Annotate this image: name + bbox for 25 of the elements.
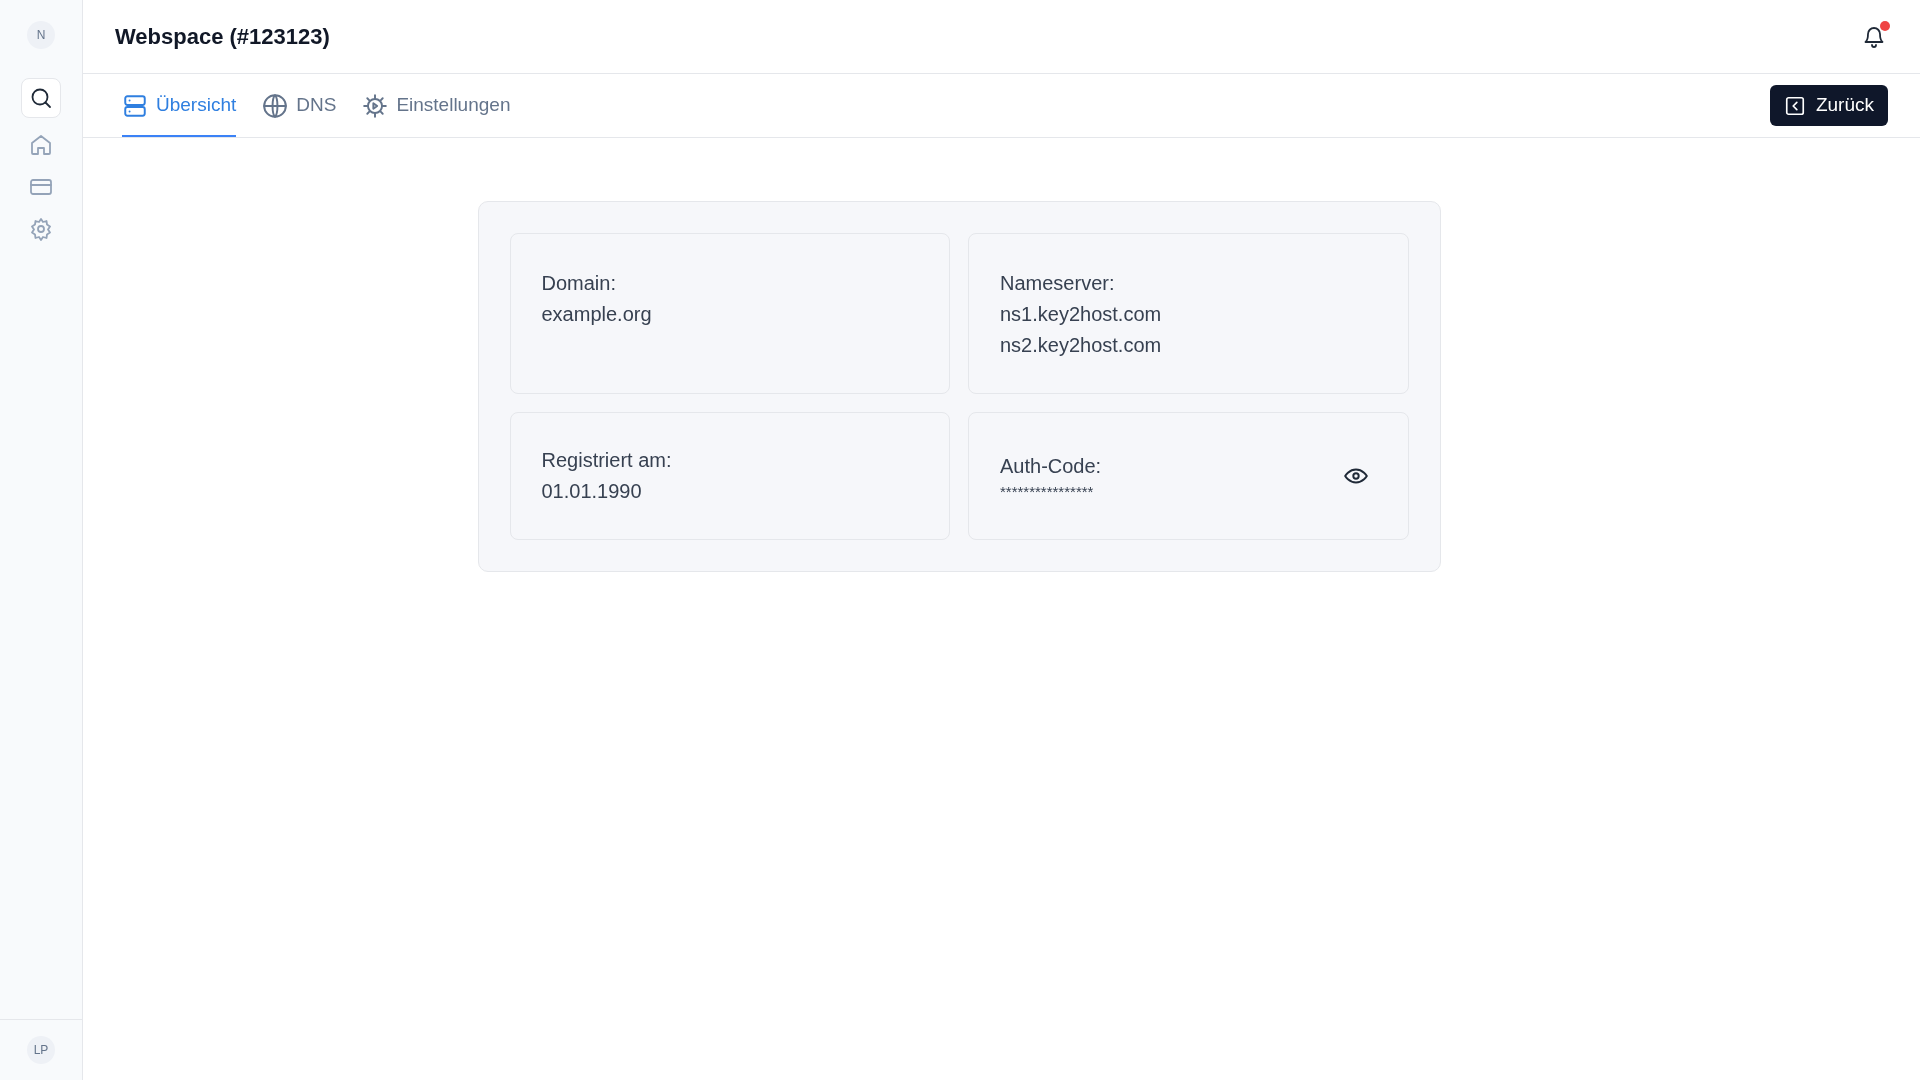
home-icon bbox=[29, 133, 53, 157]
tab[interactable]: Übersicht bbox=[122, 74, 237, 137]
field-label: Registriert am: bbox=[541, 448, 672, 473]
field-value: ns2.key2host.com bbox=[1000, 333, 1162, 358]
back-button[interactable]: Zurück bbox=[1769, 85, 1888, 126]
field-value: ns1.key2host.com bbox=[1000, 302, 1162, 327]
settings-icon bbox=[29, 217, 53, 241]
field-value: example.org bbox=[541, 302, 652, 327]
field-value: 01.01.1990 bbox=[541, 479, 643, 504]
globe-icon bbox=[262, 92, 289, 119]
field-label: Auth-Code: bbox=[1000, 453, 1102, 479]
bell-icon bbox=[1862, 24, 1886, 49]
page-title: Webspace (#123123) bbox=[115, 23, 330, 51]
masked-value: **************** bbox=[1000, 481, 1095, 502]
user-avatar[interactable]: LP bbox=[27, 1036, 55, 1064]
server-icon bbox=[122, 92, 148, 119]
avatar[interactable]: N bbox=[27, 21, 55, 49]
field-label: Domain: bbox=[541, 271, 617, 296]
sidebar-nav-item[interactable] bbox=[21, 78, 61, 118]
chevron-left-icon bbox=[1783, 94, 1806, 117]
tab[interactable]: DNS bbox=[262, 74, 337, 137]
tab[interactable]: Einstellungen bbox=[362, 74, 511, 137]
search-icon bbox=[29, 86, 53, 110]
field-label: Nameserver: bbox=[1000, 271, 1116, 296]
gear-icon bbox=[362, 92, 389, 119]
